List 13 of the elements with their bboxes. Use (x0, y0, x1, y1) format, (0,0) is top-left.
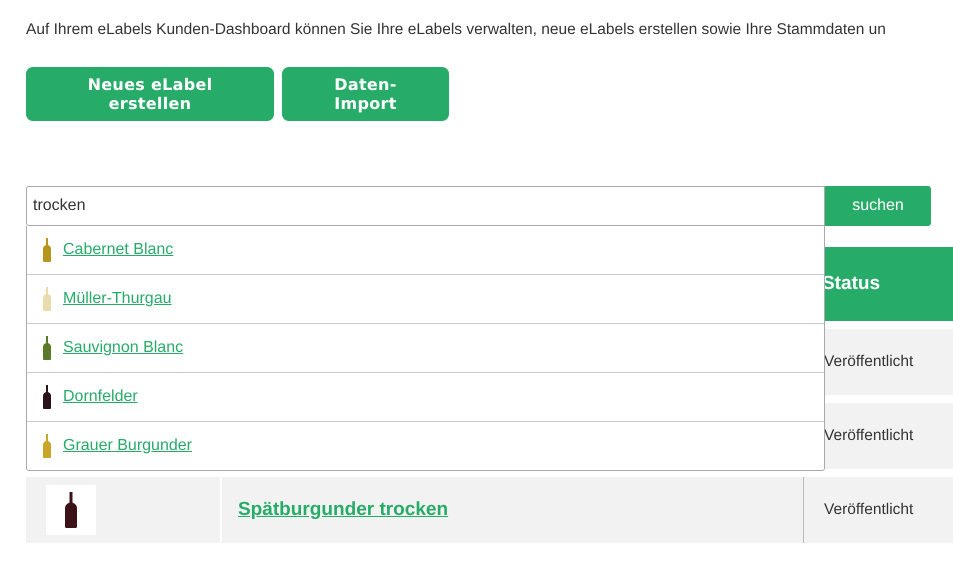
search-field[interactable]: trocken (26, 186, 825, 226)
status-cell: Veröffentlicht (804, 477, 953, 543)
label-link[interactable]: Spätburgunder trocken (238, 499, 448, 521)
suggestion-link[interactable]: Cabernet Blanc (63, 241, 174, 259)
action-button[interactable]: Neues eLabel erstellen (26, 67, 274, 121)
suggestion-link[interactable]: Müller-Thurgau (63, 290, 172, 308)
search-button[interactable]: suchen (825, 186, 931, 226)
suggestion-link[interactable]: Grauer Burgunder (63, 437, 192, 455)
action-button[interactable]: Daten-Import (282, 67, 449, 121)
column-header: Status (822, 273, 880, 295)
suggestion-link[interactable]: Dornfelder (63, 388, 138, 406)
intro-text: Auf Ihrem eLabels Kunden-Dashboard können Sie Ihre eLabels verwalten, neue eLabels erstellen sowie Ihre Stammdaten un (26, 20, 887, 40)
suggestion-link[interactable]: Sauvignon Blanc (63, 339, 184, 357)
